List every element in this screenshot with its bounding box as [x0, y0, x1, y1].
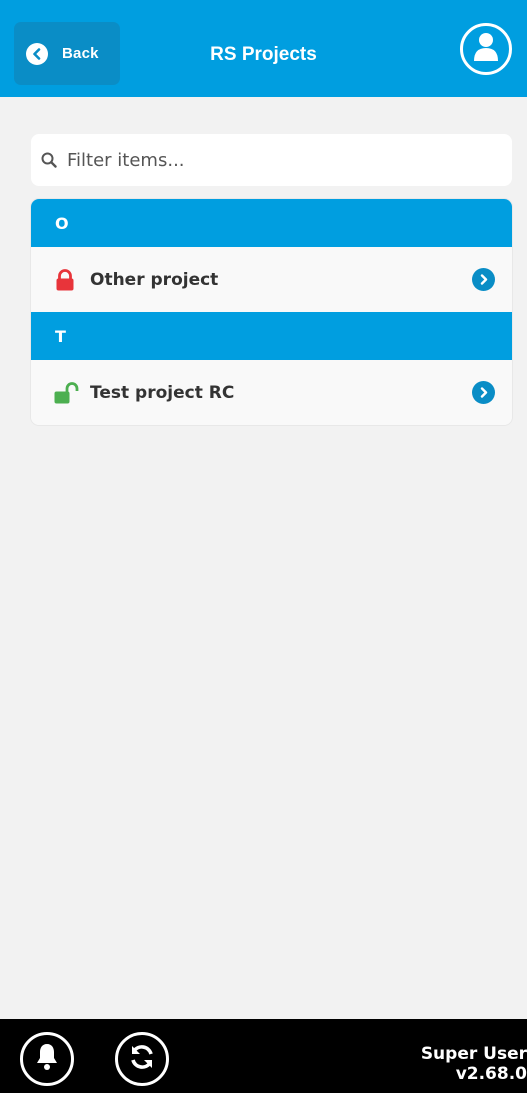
chevron-right-icon[interactable] — [472, 381, 495, 404]
filter-search-box[interactable] — [31, 134, 512, 186]
notifications-button[interactable] — [20, 1032, 74, 1086]
filter-input[interactable] — [67, 149, 487, 171]
app-footer: Super User v2.68.0 — [0, 1019, 527, 1093]
user-avatar-button[interactable] — [460, 23, 512, 75]
user-icon — [471, 31, 501, 67]
user-info: Super User v2.68.0 — [421, 1044, 527, 1084]
sync-button[interactable] — [115, 1032, 169, 1086]
project-list: O Other project T Test project RC — [31, 199, 512, 425]
list-item-other-project[interactable]: Other project — [31, 247, 512, 312]
bell-icon — [33, 1042, 61, 1076]
app-version: v2.68.0 — [455, 1064, 527, 1084]
list-item-label: Test project RC — [90, 382, 235, 403]
group-header-o: O — [31, 199, 512, 247]
list-item-label: Other project — [90, 269, 219, 290]
app-header: Back RS Projects — [0, 0, 527, 97]
group-header-t: T — [31, 312, 512, 360]
refresh-icon — [127, 1042, 157, 1076]
list-item-test-project-rc[interactable]: Test project RC — [31, 360, 512, 425]
user-name: Super User — [420, 1044, 527, 1064]
lock-open-icon — [54, 381, 90, 404]
search-icon — [41, 152, 57, 168]
chevron-right-icon[interactable] — [472, 268, 495, 291]
page-title: RS Projects — [210, 44, 317, 65]
lock-closed-icon — [54, 268, 90, 291]
